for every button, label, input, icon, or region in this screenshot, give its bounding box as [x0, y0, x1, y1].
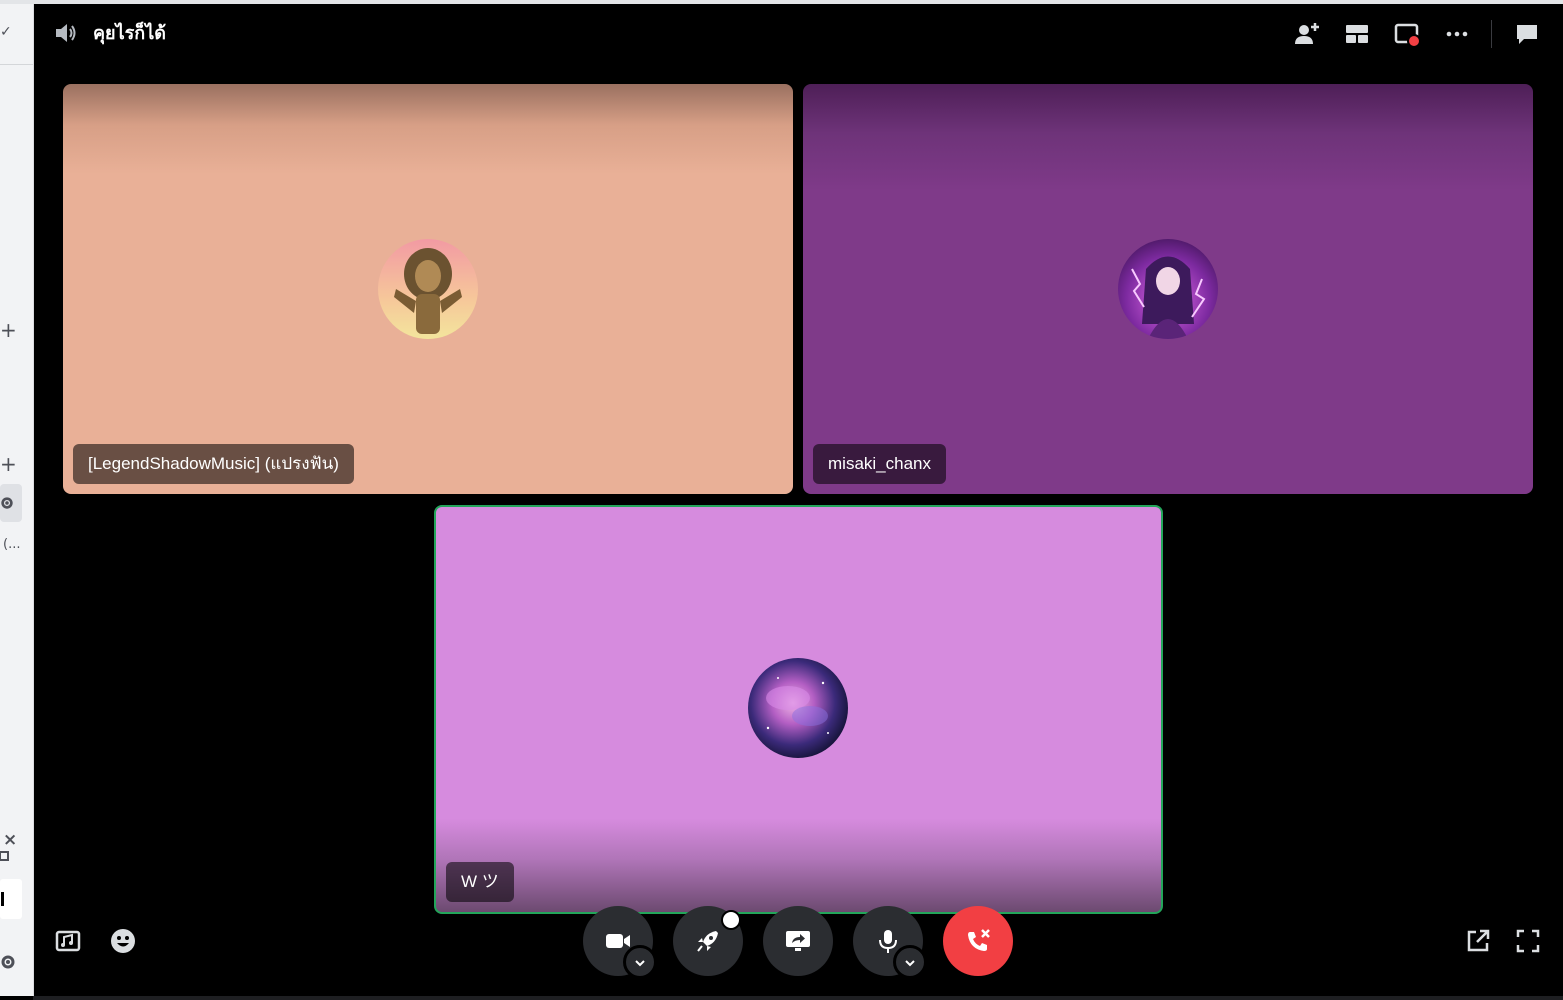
- chat-icon[interactable]: [1513, 20, 1541, 48]
- hang-up-icon: [968, 929, 990, 951]
- active-channel-row[interactable]: [0, 484, 22, 522]
- rocket-icon: [697, 931, 718, 952]
- microphone-options-chevron[interactable]: [893, 945, 927, 979]
- chevron-down-icon: [905, 960, 915, 967]
- screen-share-icon: [786, 931, 810, 951]
- grid-layout-icon[interactable]: [1343, 20, 1371, 48]
- camera-options-chevron[interactable]: [623, 945, 657, 979]
- cosplay-avatar: [1118, 239, 1218, 339]
- chevron-down-icon: [635, 960, 645, 967]
- channel-sidebar: ✓ + + (... ×: [0, 4, 34, 996]
- disconnect-button[interactable]: [943, 906, 1013, 976]
- soundboard-icon[interactable]: [54, 927, 82, 955]
- screen-live-icon[interactable]: [1393, 20, 1421, 48]
- panel-icon: [0, 851, 9, 861]
- participant-name: misaki_chanx: [813, 444, 946, 484]
- check-icon: ✓: [0, 24, 12, 40]
- participant-tile[interactable]: misaki_chanx: [803, 84, 1533, 494]
- screen-share-button[interactable]: [763, 906, 833, 976]
- speaker-icon: [56, 24, 76, 42]
- server-header[interactable]: ✓: [0, 4, 33, 65]
- participant-tile-speaking[interactable]: W ツ: [434, 505, 1163, 914]
- channel-title: คุยไรก็ได้: [93, 23, 166, 44]
- add-channel-icon[interactable]: +: [0, 320, 17, 340]
- add-friend-icon[interactable]: [1293, 20, 1321, 48]
- truncated-user-label: (...: [3, 537, 21, 552]
- activity-notification-dot: [721, 910, 741, 930]
- pop-out-icon[interactable]: [1464, 927, 1492, 955]
- close-icon[interactable]: ×: [3, 832, 17, 849]
- voice-header: คุยไรก็ได้: [33, 4, 1563, 64]
- gear-icon[interactable]: [0, 495, 14, 511]
- user-panel-box[interactable]: [0, 879, 22, 919]
- more-icon[interactable]: [1443, 20, 1471, 48]
- galaxy-avatar: [748, 658, 848, 758]
- participant-tile[interactable]: [LegendShadowMusic] (แปรงฟัน): [63, 84, 793, 494]
- fullscreen-icon[interactable]: [1514, 927, 1542, 955]
- participant-name: [LegendShadowMusic] (แปรงฟัน): [73, 444, 354, 484]
- lion-avatar: [378, 239, 478, 339]
- user-settings-icon[interactable]: [0, 954, 16, 970]
- add-channel-icon-2[interactable]: +: [0, 454, 17, 474]
- participant-name: W ツ: [446, 862, 514, 902]
- emoji-icon[interactable]: [109, 927, 137, 955]
- window-bottom-strip: [33, 996, 1563, 1000]
- header-divider: [1491, 20, 1492, 48]
